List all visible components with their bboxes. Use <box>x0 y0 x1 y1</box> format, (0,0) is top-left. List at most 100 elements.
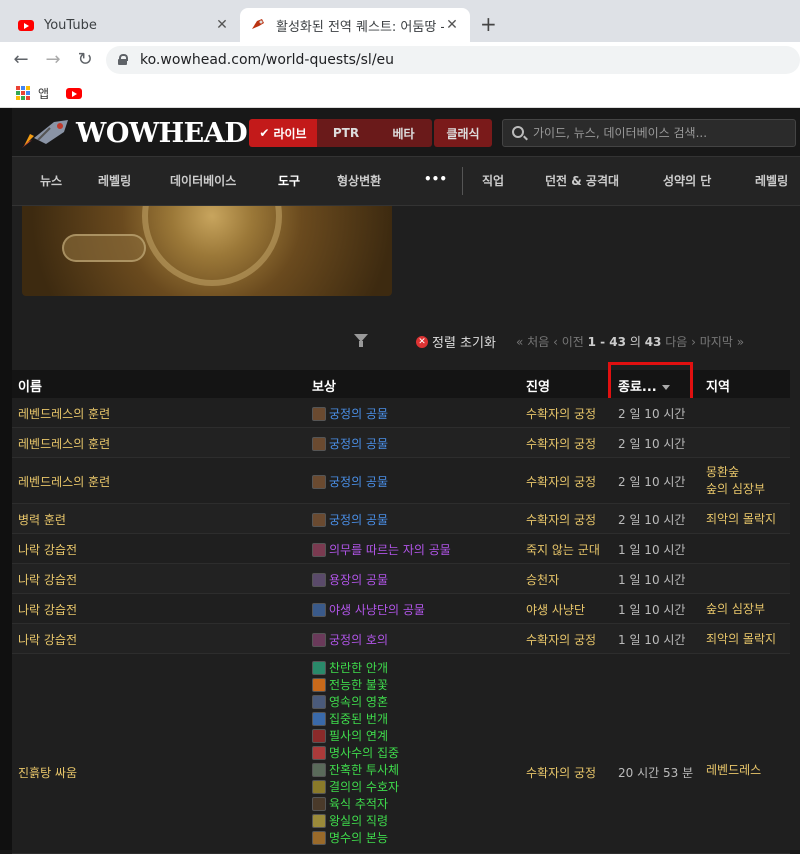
reward-icon <box>312 796 326 811</box>
reward-link[interactable]: 의무를 따르는 자의 공물 <box>312 541 451 558</box>
faction-link[interactable]: 수확자의 궁정 <box>526 435 596 452</box>
reward-link[interactable]: 궁정의 호의 <box>312 631 388 648</box>
faction-link[interactable]: 죽지 않는 군대 <box>526 541 600 558</box>
list-controls: ✕ 정렬 초기화 « 처음 ‹ 이전 1 - 43 의 43 다음 › 마지막 … <box>12 324 800 358</box>
quest-name-link[interactable]: 진흙탕 싸움 <box>18 764 77 781</box>
zone-link[interactable]: 죄악의 몰락지 <box>706 511 776 528</box>
nav-item-more[interactable]: ••• <box>424 172 447 186</box>
reward-link[interactable]: 궁정의 공물 <box>312 511 388 528</box>
address-bar[interactable]: ko.wowhead.com/world-quests/sl/eu <box>106 46 800 74</box>
reward-link[interactable]: 궁정의 공물 <box>312 435 388 452</box>
reward-link[interactable]: 명사수의 집중 <box>312 744 399 761</box>
zone-links[interactable]: 몽환숲숲의 심장부 <box>706 464 765 498</box>
reload-icon[interactable]: ↻ <box>74 49 96 71</box>
reward-link[interactable]: 육식 추적자 <box>312 795 399 812</box>
quest-name-link[interactable]: 나락 강습전 <box>18 601 77 618</box>
forward-arrow-icon[interactable]: → <box>42 49 64 71</box>
version-ptr-button[interactable]: PTR <box>317 119 375 147</box>
pager-next[interactable]: 다음 › <box>665 335 696 349</box>
nav-item-leveling-2[interactable]: 레벨링 <box>755 172 788 189</box>
faction-link[interactable]: 수확자의 궁정 <box>526 405 596 422</box>
nav-item-tools[interactable]: 도구 <box>278 172 300 189</box>
zone-link[interactable]: 몽환숲 <box>706 465 739 479</box>
reward-link[interactable]: 용장의 공물 <box>312 571 388 588</box>
tab-wowhead[interactable]: 활성화된 전역 퀘스트: 어둠땅 - ✕ <box>240 8 470 42</box>
faction-link[interactable]: 수확자의 궁정 <box>526 511 596 528</box>
back-arrow-icon[interactable]: ← <box>10 49 32 71</box>
reward-link[interactable]: 야생 사냥단의 공물 <box>312 601 425 618</box>
browser-toolbar: ← → ↻ ko.wowhead.com/world-quests/sl/eu <box>0 42 800 78</box>
faction-link[interactable]: 수확자의 궁정 <box>526 631 596 648</box>
reward-link[interactable]: 영속의 영혼 <box>312 693 399 710</box>
reward-link[interactable]: 집중된 번개 <box>312 710 399 727</box>
reward-link[interactable]: 궁정의 공물 <box>312 473 388 490</box>
nav-item-leveling[interactable]: 레벨링 <box>98 172 131 189</box>
bookmark-apps[interactable]: 앱 <box>16 83 49 103</box>
reward-label: 궁정의 공물 <box>329 513 389 527</box>
nav-item-dungeons-raids[interactable]: 던전 & 공격대 <box>545 172 619 189</box>
quest-name-link[interactable]: 레벤드레스의 훈련 <box>18 405 110 422</box>
reward-link[interactable]: 찬란한 안개 <box>312 659 399 676</box>
quest-name-link[interactable]: 나락 강습전 <box>18 571 77 588</box>
reward-link[interactable]: 명수의 본능 <box>312 829 399 846</box>
reward-link[interactable]: 결의의 수호자 <box>312 778 399 795</box>
faction-link[interactable]: 수확자의 궁정 <box>526 473 596 490</box>
quest-name-link[interactable]: 병력 훈련 <box>18 511 66 528</box>
nav-item-classes[interactable]: 직업 <box>482 172 504 189</box>
reward-link[interactable]: 왕실의 직령 <box>312 812 399 829</box>
faction-link[interactable]: 승천자 <box>526 571 559 588</box>
wowhead-logo[interactable]: WOWHEAD <box>20 116 248 150</box>
nav-item-covenants[interactable]: 성약의 단 <box>663 172 711 189</box>
quest-name-link[interactable]: 레벤드레스의 훈련 <box>18 435 110 452</box>
zone-link[interactable]: 레벤드레스 <box>706 762 761 779</box>
table-row: 레벤드레스의 훈련 궁정의 공물 수확자의 궁정 2 일 10 시간 몽환숲 숲의… <box>12 458 790 504</box>
column-header-zone[interactable]: 지역 <box>706 376 730 395</box>
pagination: « 처음 ‹ 이전 1 - 43 의 43 다음 › 마지막 » <box>516 333 744 350</box>
nav-item-news[interactable]: 뉴스 <box>40 172 62 189</box>
reward-link[interactable]: 궁정의 공물 <box>312 405 388 422</box>
reward-label: 결의의 수호자 <box>329 780 400 794</box>
close-tab-icon[interactable]: ✕ <box>214 17 230 33</box>
bookmark-youtube[interactable] <box>66 83 82 103</box>
reward-link[interactable]: 전능한 불꽃 <box>312 676 399 693</box>
reward-label: 용장의 공물 <box>329 573 389 587</box>
nav-item-database[interactable]: 데이터베이스 <box>170 172 236 189</box>
pager-first[interactable]: « 처음 <box>516 335 549 349</box>
version-beta-button[interactable]: 베타 <box>375 119 432 147</box>
reward-label: 필사의 연계 <box>329 729 389 743</box>
bookmark-label: 앱 <box>38 86 50 101</box>
reward-link[interactable]: 잔혹한 투사체 <box>312 761 399 778</box>
zone-link[interactable]: 숲의 심장부 <box>706 482 765 496</box>
new-tab-icon[interactable]: + <box>480 12 497 36</box>
tab-youtube[interactable]: YouTube ✕ <box>8 8 240 42</box>
column-header-faction[interactable]: 진영 <box>526 376 550 395</box>
quest-name-link[interactable]: 나락 강습전 <box>18 541 77 558</box>
reward-icon <box>312 512 326 527</box>
column-header-reward[interactable]: 보상 <box>312 376 336 395</box>
column-header-name[interactable]: 이름 <box>18 376 42 395</box>
quest-table-body: 레벤드레스의 훈련 궁정의 공물 수확자의 궁정 2 일 10 시간 레벤드레스… <box>12 398 790 854</box>
nav-item-transmog[interactable]: 형상변환 <box>337 172 381 189</box>
version-classic-button[interactable]: 클래식 <box>434 119 492 147</box>
quest-name-link[interactable]: 나락 강습전 <box>18 631 77 648</box>
time-remaining: 2 일 10 시간 <box>618 437 686 451</box>
reset-sort-button[interactable]: ✕ 정렬 초기화 <box>416 332 496 351</box>
quest-name-link[interactable]: 레벤드레스의 훈련 <box>18 473 110 490</box>
bookmarks-bar: 앱 <box>0 78 800 108</box>
faction-link[interactable]: 야생 사냥단 <box>526 601 585 618</box>
table-row: 나락 강습전 궁정의 호의 수확자의 궁정 1 일 10 시간 죄악의 몰락지 <box>12 624 790 654</box>
pager-prev[interactable]: ‹ 이전 <box>553 335 584 349</box>
reward-link[interactable]: 필사의 연계 <box>312 727 399 744</box>
filter-icon[interactable] <box>354 334 368 347</box>
faction-link[interactable]: 수확자의 궁정 <box>526 764 596 781</box>
reward-label: 궁정의 공물 <box>329 475 389 489</box>
table-row: 나락 강습전 야생 사냥단의 공물 야생 사냥단 1 일 10 시간 숲의 심장… <box>12 594 790 624</box>
version-live-button[interactable]: ✔ 라이브 <box>249 119 317 147</box>
close-tab-icon[interactable]: ✕ <box>444 17 460 33</box>
site-search-input[interactable]: 가이드, 뉴스, 데이터베이스 검색... <box>502 119 796 147</box>
pager-last[interactable]: 마지막 » <box>700 335 744 349</box>
zone-link[interactable]: 죄악의 몰락지 <box>706 631 776 648</box>
zone-link[interactable]: 숲의 심장부 <box>706 601 765 618</box>
search-icon <box>512 126 524 138</box>
pager-total: 43 <box>644 335 662 349</box>
